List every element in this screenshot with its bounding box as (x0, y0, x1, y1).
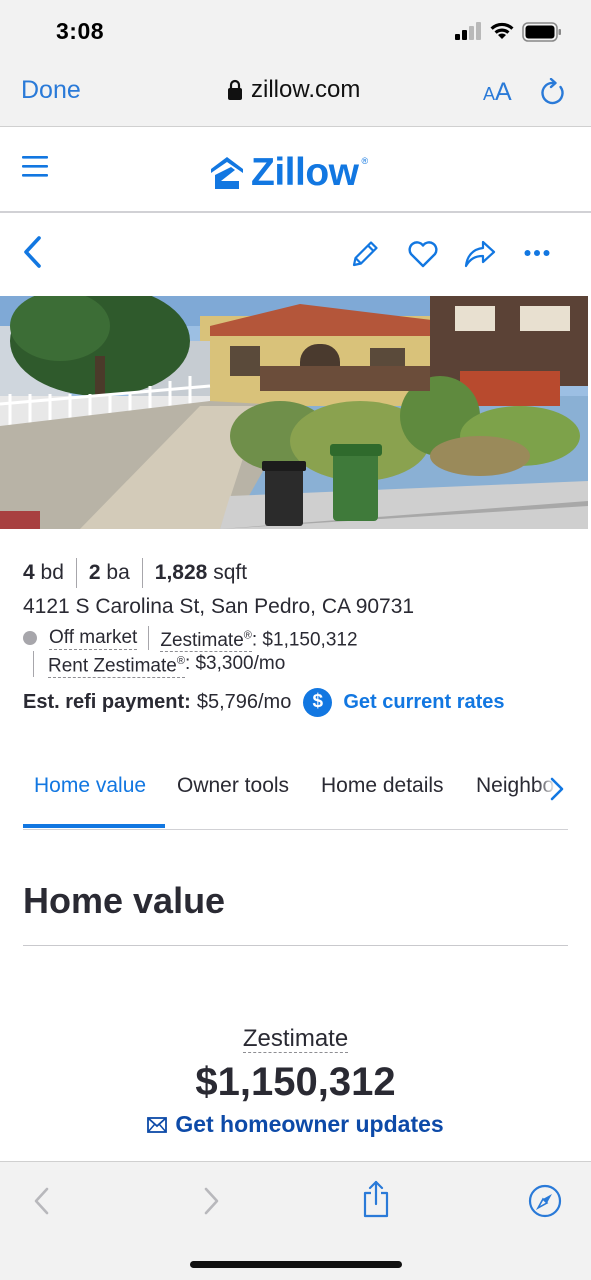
rent-zestimate-row: Rent Zestimate®: $3,300/mo (33, 650, 573, 679)
active-tab-indicator (23, 824, 165, 828)
heart-icon[interactable] (407, 240, 439, 268)
registered-mark: ® (243, 629, 252, 642)
status-time: 3:08 (56, 18, 105, 44)
home-value-heading: Home value (23, 880, 226, 921)
zestimate-inline-label[interactable]: Zestimate® (160, 629, 252, 652)
zestimate-amount: $1,150,312 (195, 1060, 396, 1104)
lock-icon (228, 79, 242, 100)
listing-address: 4121 S Carolina St, San Pedro, CA 90731 (23, 595, 415, 618)
tab-home-value[interactable]: Home value (34, 774, 146, 798)
dollar-icon: $ (303, 687, 333, 717)
safari-toolbar (0, 1161, 591, 1280)
share-sheet-icon[interactable] (361, 1180, 391, 1218)
beds-value: 4 (23, 561, 35, 584)
zillow-header: Zillow ® (0, 127, 591, 213)
home-photo[interactable] (0, 296, 588, 529)
text-size-big-a: A (495, 78, 512, 106)
compass-icon[interactable] (528, 1184, 562, 1218)
bed-bath-sqft-row: 4 bd 2 ba 1,828 sqft (23, 556, 573, 590)
safari-address-bar: Done zillow.com AA (0, 62, 591, 127)
text-size-button[interactable]: AA (483, 78, 512, 107)
rent-zestimate-label[interactable]: Rent Zestimate® (48, 650, 185, 679)
chevron-right-icon[interactable] (549, 776, 565, 802)
url-text: zillow.com (251, 76, 361, 103)
zillow-logo[interactable]: Zillow ® (209, 151, 368, 195)
status-dot-icon (23, 631, 37, 645)
hamburger-icon[interactable] (22, 155, 48, 177)
chevron-left-icon[interactable] (20, 235, 44, 269)
done-button[interactable]: Done (21, 76, 81, 105)
status-row: Off market Zestimate®: $1,150,312 (23, 624, 573, 652)
zillow-logo-text: Zillow (251, 151, 359, 194)
baths-value: 2 (88, 561, 101, 584)
homeowner-updates-link[interactable]: Get homeowner updates (0, 1111, 591, 1138)
browser-back-icon[interactable] (32, 1186, 50, 1216)
beds-count: 4 bd (23, 558, 76, 588)
zillow-logo-reg: ® (361, 156, 369, 166)
zestimate-label: Zestimate (0, 1025, 591, 1053)
get-current-rates-link[interactable]: Get current rates (343, 691, 504, 714)
more-icon[interactable] (524, 248, 550, 258)
refi-payment-row: Est. refi payment: $5,796/mo $ Get curre… (23, 685, 573, 719)
status-bar: 3:08 (0, 0, 591, 62)
url-field[interactable]: zillow.com (227, 76, 360, 104)
sqft-value: 1,828 (154, 561, 208, 584)
baths-unit: ba (106, 561, 130, 584)
zillow-house-logo-icon (211, 157, 243, 189)
rent-zestimate-value: : $3,300/mo (184, 653, 286, 674)
off-market-status[interactable]: Off market (49, 627, 138, 650)
beds-unit: bd (40, 561, 64, 584)
section-tabs: Home value Owner tools Home details Neig… (23, 758, 568, 830)
sqft-unit: sqft (213, 561, 248, 584)
text-size-small-a: A (483, 84, 496, 104)
divider (23, 945, 568, 946)
zestimate-inline-label-text: Zestimate (160, 629, 244, 651)
wifi-icon (490, 22, 514, 39)
registered-mark: ® (176, 654, 185, 667)
home-photo-image (0, 296, 588, 529)
listing-action-bar (0, 213, 591, 296)
reload-icon[interactable] (540, 78, 566, 106)
zestimate-inline: Zestimate®: $1,150,312 (160, 624, 358, 652)
tab-home-details[interactable]: Home details (321, 774, 444, 798)
homeowner-updates-text: Get homeowner updates (175, 1111, 444, 1137)
refi-value: $5,796/mo (196, 690, 292, 713)
zestimate-label-text[interactable]: Zestimate (242, 1025, 349, 1053)
tab-owner-tools[interactable]: Owner tools (177, 774, 289, 798)
mail-icon (147, 1116, 168, 1133)
sqft-count: 1,828 sqft (141, 558, 259, 588)
pencil-icon[interactable] (350, 239, 380, 269)
baths-count: 2 ba (75, 558, 142, 588)
home-indicator[interactable] (190, 1261, 402, 1268)
zestimate-inline-value: : $1,150,312 (251, 629, 358, 651)
divider (148, 626, 150, 650)
refi-label: Est. refi payment: (23, 690, 191, 713)
battery-icon (522, 22, 561, 42)
cellular-signal-icon (455, 22, 481, 40)
browser-forward-icon[interactable] (203, 1186, 221, 1216)
share-icon[interactable] (463, 239, 497, 269)
listing-facts: 4 bd 2 ba 1,828 sqft 4121 S Carolina St,… (23, 556, 573, 719)
rent-zestimate-label-text: Rent Zestimate (48, 655, 177, 677)
